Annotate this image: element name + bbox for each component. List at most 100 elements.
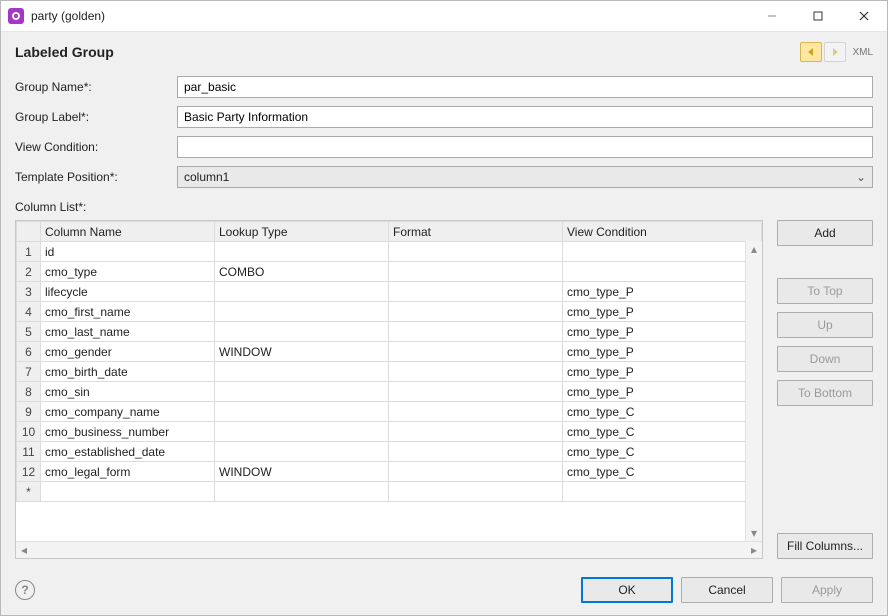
table-row[interactable]: 10cmo_business_numbercmo_type_C (17, 422, 762, 442)
cell-format[interactable] (389, 362, 563, 382)
table-row[interactable]: 6cmo_genderWINDOWcmo_type_P (17, 342, 762, 362)
fill-columns-button[interactable]: Fill Columns... (777, 533, 873, 559)
group-label-input[interactable] (177, 106, 873, 128)
horizontal-scrollbar[interactable]: ◂ ▸ (16, 541, 762, 558)
table-row[interactable]: 1id (17, 242, 762, 262)
cell-format[interactable] (389, 402, 563, 422)
table-row[interactable]: 12cmo_legal_formWINDOW cmo_type_C (17, 462, 762, 482)
cancel-button[interactable]: Cancel (681, 577, 773, 603)
cell-lookup-type[interactable] (215, 422, 389, 442)
group-name-label: Group Name*: (15, 80, 177, 94)
cell-lookup-type[interactable] (215, 322, 389, 342)
col-header-viewcond[interactable]: View Condition (563, 222, 762, 242)
table-row[interactable]: 9cmo_company_namecmo_type_C (17, 402, 762, 422)
cell-lookup-type[interactable]: WINDOW (215, 342, 389, 362)
cell-column-name[interactable]: cmo_company_name (41, 402, 215, 422)
table-row[interactable]: 5cmo_last_name cmo_type_P (17, 322, 762, 342)
down-button[interactable]: Down (777, 346, 873, 372)
col-header-format[interactable]: Format (389, 222, 563, 242)
cell-column-name[interactable]: cmo_legal_form (41, 462, 215, 482)
cell-lookup-type[interactable] (215, 362, 389, 382)
row-number: 5 (17, 322, 41, 342)
cell-format[interactable] (389, 282, 563, 302)
cell-view-condition[interactable]: cmo_type_C (563, 422, 762, 442)
table-row[interactable]: 7cmo_birth_datecmo_type_P (17, 362, 762, 382)
cell-format[interactable] (389, 342, 563, 362)
cell-lookup-type[interactable] (215, 402, 389, 422)
table-row[interactable]: 11cmo_established_date cmo_type_C (17, 442, 762, 462)
template-position-select[interactable]: column1 ⌄ (177, 166, 873, 188)
ok-button[interactable]: OK (581, 577, 673, 603)
cell-lookup-type[interactable] (215, 382, 389, 402)
col-header-lookup[interactable]: Lookup Type (215, 222, 389, 242)
scroll-left-icon[interactable]: ◂ (16, 542, 32, 558)
cell-view-condition[interactable]: cmo_type_P (563, 342, 762, 362)
cell-column-name[interactable]: cmo_established_date (41, 442, 215, 462)
cell-view-condition[interactable]: cmo_type_P (563, 322, 762, 342)
cell-column-name[interactable]: id (41, 242, 215, 262)
table-row[interactable]: 2cmo_typeCOMBO (17, 262, 762, 282)
template-position-value: column1 (184, 170, 229, 184)
column-list-grid[interactable]: Column Name Lookup Type Format View Cond… (15, 220, 763, 559)
cell-view-condition[interactable]: cmo_type_P (563, 302, 762, 322)
help-button[interactable]: ? (15, 580, 35, 600)
cell-lookup-type[interactable]: COMBO (215, 262, 389, 282)
up-button[interactable]: Up (777, 312, 873, 338)
new-row-marker: * (17, 482, 41, 502)
cell-format[interactable] (389, 442, 563, 462)
cell-lookup-type[interactable] (215, 282, 389, 302)
chevron-down-icon: ⌄ (856, 170, 866, 184)
scroll-right-icon[interactable]: ▸ (746, 542, 762, 558)
apply-button[interactable]: Apply (781, 577, 873, 603)
cell-view-condition[interactable]: cmo_type_C (563, 402, 762, 422)
cell-column-name[interactable]: cmo_first_name (41, 302, 215, 322)
row-number: 12 (17, 462, 41, 482)
group-name-input[interactable] (177, 76, 873, 98)
cell-lookup-type[interactable] (215, 302, 389, 322)
cell-format[interactable] (389, 322, 563, 342)
nav-forward-button[interactable] (824, 42, 846, 62)
close-button[interactable] (841, 1, 887, 31)
cell-column-name[interactable]: cmo_business_number (41, 422, 215, 442)
cell-view-condition[interactable]: cmo_type_C (563, 462, 762, 482)
scroll-up-icon[interactable]: ▴ (746, 241, 762, 257)
cell-lookup-type[interactable]: WINDOW (215, 462, 389, 482)
row-number: 11 (17, 442, 41, 462)
cell-column-name[interactable]: cmo_sin (41, 382, 215, 402)
cell-lookup-type[interactable] (215, 442, 389, 462)
table-new-row[interactable]: * (17, 482, 762, 502)
cell-view-condition[interactable]: cmo_type_P (563, 362, 762, 382)
cell-format[interactable] (389, 302, 563, 322)
cell-format[interactable] (389, 382, 563, 402)
minimize-button[interactable] (749, 1, 795, 31)
table-row[interactable]: 4cmo_first_namecmo_type_P (17, 302, 762, 322)
add-button[interactable]: Add (777, 220, 873, 246)
xml-mode-label[interactable]: XML (852, 47, 873, 58)
cell-view-condition[interactable]: cmo_type_C (563, 442, 762, 462)
cell-view-condition[interactable] (563, 262, 762, 282)
cell-view-condition[interactable]: cmo_type_P (563, 382, 762, 402)
scroll-down-icon[interactable]: ▾ (746, 525, 762, 541)
col-header-name[interactable]: Column Name (41, 222, 215, 242)
cell-view-condition[interactable]: cmo_type_P (563, 282, 762, 302)
maximize-button[interactable] (795, 1, 841, 31)
group-label-label: Group Label*: (15, 110, 177, 124)
cell-column-name[interactable]: cmo_birth_date (41, 362, 215, 382)
cell-column-name[interactable]: cmo_type (41, 262, 215, 282)
cell-column-name[interactable]: cmo_gender (41, 342, 215, 362)
cell-view-condition[interactable] (563, 242, 762, 262)
nav-back-button[interactable] (800, 42, 822, 62)
cell-format[interactable] (389, 422, 563, 442)
cell-format[interactable] (389, 462, 563, 482)
cell-lookup-type[interactable] (215, 242, 389, 262)
to-bottom-button[interactable]: To Bottom (777, 380, 873, 406)
cell-format[interactable] (389, 262, 563, 282)
vertical-scrollbar[interactable]: ▴ ▾ (745, 241, 762, 541)
view-condition-input[interactable] (177, 136, 873, 158)
cell-column-name[interactable]: cmo_last_name (41, 322, 215, 342)
cell-column-name[interactable]: lifecycle (41, 282, 215, 302)
to-top-button[interactable]: To Top (777, 278, 873, 304)
table-row[interactable]: 8cmo_sincmo_type_P (17, 382, 762, 402)
cell-format[interactable] (389, 242, 563, 262)
table-row[interactable]: 3lifecyclecmo_type_P (17, 282, 762, 302)
